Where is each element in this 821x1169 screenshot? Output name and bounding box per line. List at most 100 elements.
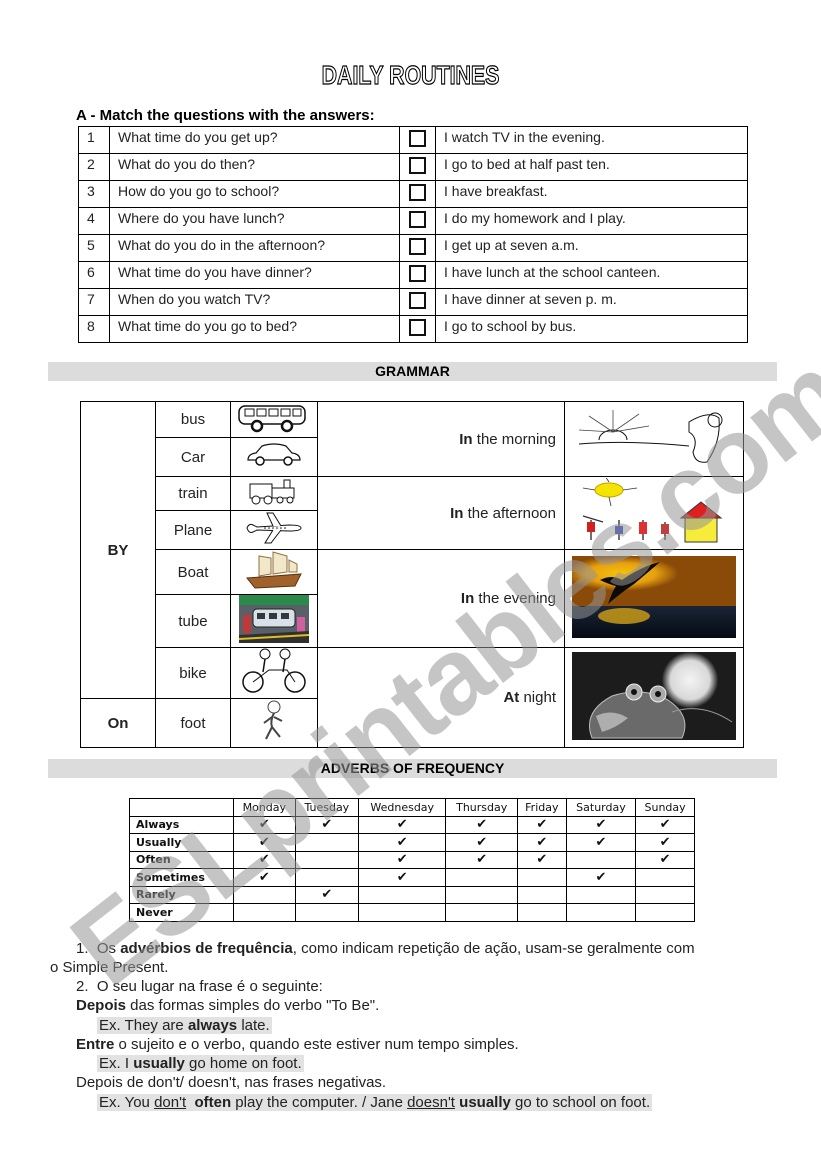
frequency-cell: ✔ bbox=[565, 833, 637, 852]
match-row: 1 What time do you get up? I watch TV in t… bbox=[78, 126, 748, 154]
answer-box-cell bbox=[399, 234, 436, 262]
frequency-cell: ✔ bbox=[565, 868, 637, 887]
question-number: 1 bbox=[78, 126, 110, 154]
check-icon: ✔ bbox=[536, 817, 548, 833]
question-number: 3 bbox=[78, 180, 110, 208]
answer-text: I watch TV in the evening. bbox=[435, 126, 748, 154]
owl-moon-image bbox=[564, 647, 744, 748]
note-1: 1. Os advérbios de frequência, como indi… bbox=[76, 940, 695, 957]
time-morning: In the morning bbox=[317, 401, 565, 477]
answer-checkbox[interactable] bbox=[409, 157, 426, 174]
example-3: Ex. You don't often play the computer. /… bbox=[97, 1094, 653, 1111]
frequency-cell bbox=[516, 885, 567, 904]
frequency-row: Often ✔ ✔ ✔ ✔ ✔ bbox=[129, 850, 695, 869]
transport-boat: Boat bbox=[155, 549, 231, 595]
answer-checkbox[interactable] bbox=[409, 211, 426, 228]
check-icon: ✔ bbox=[321, 887, 333, 903]
match-row: 5 What do you do in the afternoon? I get u… bbox=[78, 234, 748, 262]
match-row: 3 How do you go to school? I have breakfas… bbox=[78, 180, 748, 208]
day-header: Sunday bbox=[635, 798, 695, 817]
example-1: Ex. They are always late. bbox=[97, 1017, 272, 1034]
question-number: 7 bbox=[78, 288, 110, 316]
transport-foot: foot bbox=[155, 698, 231, 748]
answer-box-cell bbox=[399, 315, 436, 343]
check-icon: ✔ bbox=[659, 852, 671, 868]
adverb-label: Always bbox=[129, 815, 234, 834]
walking-icon bbox=[230, 698, 318, 748]
frequency-cell bbox=[233, 903, 296, 922]
prep-by: BY bbox=[80, 401, 156, 699]
frequency-cell bbox=[516, 868, 567, 887]
answer-checkbox[interactable] bbox=[409, 184, 426, 201]
frequency-cell bbox=[565, 850, 637, 869]
frequency-cell: ✔ bbox=[635, 833, 695, 852]
check-icon: ✔ bbox=[536, 852, 548, 868]
frequency-cell: ✔ bbox=[233, 868, 296, 887]
question-number: 4 bbox=[78, 207, 110, 235]
time-afternoon: In the afternoon bbox=[317, 476, 565, 550]
check-icon: ✔ bbox=[396, 817, 408, 833]
match-row: 7 When do you watch TV? I have dinner at s… bbox=[78, 288, 748, 316]
check-icon: ✔ bbox=[258, 869, 270, 885]
question-text: When do you watch TV? bbox=[109, 288, 400, 316]
frequency-cell bbox=[233, 885, 296, 904]
page-title: DAILY ROUTINES bbox=[321, 59, 500, 90]
adverb-label: Often bbox=[129, 850, 234, 869]
family-sun-image bbox=[564, 475, 744, 550]
answer-text: I do my homework and I play. bbox=[435, 207, 748, 235]
frequency-cell bbox=[445, 903, 518, 922]
tube-icon bbox=[230, 594, 318, 648]
frequency-cell: ✔ bbox=[357, 850, 447, 869]
answer-checkbox[interactable] bbox=[409, 265, 426, 282]
frequency-cell: ✔ bbox=[233, 815, 296, 834]
frequency-cell bbox=[294, 868, 360, 887]
answer-checkbox[interactable] bbox=[409, 292, 426, 309]
match-row: 8 What time do you go to bed? I go to scho… bbox=[78, 315, 748, 343]
question-number: 2 bbox=[78, 153, 110, 181]
note-2: 2. O seu lugar na frase é o seguinte: bbox=[76, 978, 323, 995]
question-number: 5 bbox=[78, 234, 110, 262]
section-a-heading: A - Match the questions with the answers… bbox=[76, 107, 375, 124]
match-row: 4 Where do you have lunch? I do my homewor… bbox=[78, 207, 748, 235]
adverb-label: Rarely bbox=[129, 885, 234, 904]
answer-checkbox[interactable] bbox=[409, 130, 426, 147]
answer-text: I have breakfast. bbox=[435, 180, 748, 208]
answer-checkbox[interactable] bbox=[409, 319, 426, 336]
day-header: Wednesday bbox=[357, 798, 447, 817]
frequency-row: Always ✔ ✔ ✔ ✔ ✔ ✔ ✔ bbox=[129, 815, 695, 834]
time-evening: In the evening bbox=[317, 549, 565, 648]
transport-train: train bbox=[155, 476, 231, 511]
frequency-row: Rarely ✔ bbox=[129, 885, 695, 904]
question-text: How do you go to school? bbox=[109, 180, 400, 208]
grammar-table: BY bus In the morning Car train In the a… bbox=[80, 400, 744, 748]
adverb-label: Never bbox=[129, 903, 234, 922]
check-icon: ✔ bbox=[396, 869, 408, 885]
frequency-cell bbox=[635, 903, 695, 922]
check-icon: ✔ bbox=[476, 852, 488, 868]
frequency-cell bbox=[294, 903, 360, 922]
rule-after-to-be: Depois das formas simples do verbo "To B… bbox=[76, 997, 380, 1014]
frequency-cell bbox=[445, 868, 518, 887]
answer-box-cell bbox=[399, 126, 436, 154]
example-2: Ex. I usually go home on foot. bbox=[97, 1055, 304, 1072]
bird-sunset-image bbox=[564, 549, 744, 648]
transport-tube: tube bbox=[155, 594, 231, 648]
frequency-cell bbox=[445, 885, 518, 904]
answer-checkbox[interactable] bbox=[409, 238, 426, 255]
frequency-cell bbox=[635, 868, 695, 887]
check-icon: ✔ bbox=[595, 869, 607, 885]
answer-box-cell bbox=[399, 288, 436, 316]
frequency-cell bbox=[565, 903, 637, 922]
check-icon: ✔ bbox=[659, 817, 671, 833]
rule-negatives: Depois de don't/ doesn't, nas frases neg… bbox=[76, 1074, 387, 1091]
frequency-cell bbox=[565, 885, 637, 904]
frequency-cell bbox=[357, 903, 447, 922]
answer-box-cell bbox=[399, 207, 436, 235]
answer-text: I have dinner at seven p. m. bbox=[435, 288, 748, 316]
answer-text: I go to bed at half past ten. bbox=[435, 153, 748, 181]
frequency-cell bbox=[357, 885, 447, 904]
prep-on: On bbox=[80, 698, 156, 748]
day-header: Tuesday bbox=[294, 798, 360, 817]
question-text: What time do you have dinner? bbox=[109, 261, 400, 289]
day-header: Thursday bbox=[445, 798, 518, 817]
